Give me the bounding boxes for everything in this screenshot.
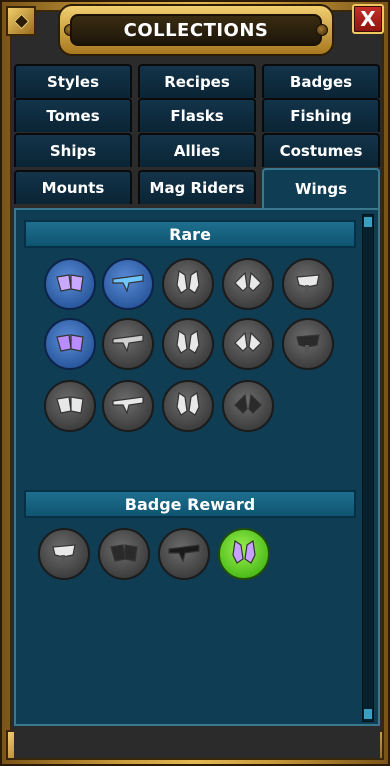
pickaxe-wings-icon <box>165 533 203 575</box>
scroll-down-cap[interactable] <box>364 709 372 719</box>
tab-badges[interactable]: Badges <box>262 64 380 98</box>
banner-wings-icon <box>229 323 267 365</box>
section-header-rare: Rare <box>24 220 356 248</box>
bottom-bar <box>14 728 380 758</box>
tab-tomes[interactable]: Tomes <box>14 98 132 132</box>
tab-mounts[interactable]: Mounts <box>14 170 132 204</box>
wing-slot[interactable] <box>44 380 96 432</box>
rivet-icon <box>316 24 328 36</box>
wings-panel: Rare Badge Reward <box>14 208 380 726</box>
gem-wings-icon <box>225 533 263 575</box>
wing-slot[interactable] <box>282 318 334 370</box>
collections-window-frame: COLLECTIONS X Styles Recipes Badges Tome… <box>0 0 390 766</box>
close-button[interactable]: X <box>352 4 384 34</box>
tab-mag-riders[interactable]: Mag Riders <box>138 170 256 204</box>
corner-ornament-top-left <box>6 6 36 36</box>
tab-costumes[interactable]: Costumes <box>262 133 380 167</box>
feather-wings-icon <box>289 263 327 305</box>
drone-wings-icon <box>289 323 327 365</box>
tab-recipes[interactable]: Recipes <box>138 64 256 98</box>
wing-slot[interactable] <box>44 258 96 310</box>
wing-slot[interactable] <box>222 380 274 432</box>
wing-slot[interactable] <box>102 380 154 432</box>
gear-wings-icon <box>229 385 267 427</box>
title-plate: COLLECTIONS <box>58 4 334 56</box>
mech-wings-icon <box>169 263 207 305</box>
rotor-wings-icon <box>105 533 143 575</box>
wing-slot[interactable] <box>102 318 154 370</box>
diamond-icon <box>13 13 30 30</box>
jet-wings-icon <box>109 263 147 305</box>
fairy-wings-icon <box>51 323 89 365</box>
section-header-badge-reward: Badge Reward <box>24 490 356 518</box>
tab-styles[interactable]: Styles <box>14 64 132 98</box>
window-title: COLLECTIONS <box>70 14 322 46</box>
wing-slot[interactable] <box>162 380 214 432</box>
wing-slot[interactable] <box>162 258 214 310</box>
scroll-up-cap[interactable] <box>364 217 372 227</box>
demon-wings-icon <box>229 263 267 305</box>
glider-wings-icon <box>45 533 83 575</box>
wing-slot[interactable] <box>38 528 90 580</box>
tab-flasks[interactable]: Flasks <box>138 98 256 132</box>
crystal-wings-icon <box>51 263 89 305</box>
wing-slot[interactable] <box>222 258 274 310</box>
cannon-wings-icon <box>169 323 207 365</box>
spiky-wings-icon <box>109 385 147 427</box>
bat-wings-icon <box>109 323 147 365</box>
wing-slot[interactable] <box>162 318 214 370</box>
tab-ships[interactable]: Ships <box>14 133 132 167</box>
wing-slot[interactable] <box>282 258 334 310</box>
wing-slot[interactable] <box>102 258 154 310</box>
cloud-wings-icon <box>51 385 89 427</box>
tab-wings[interactable]: Wings <box>262 168 380 208</box>
wing-slot[interactable] <box>218 528 270 580</box>
angel-wings-icon <box>169 385 207 427</box>
tab-fishing[interactable]: Fishing <box>262 98 380 132</box>
wing-slot[interactable] <box>98 528 150 580</box>
wing-slot[interactable] <box>222 318 274 370</box>
panel-scrollbar[interactable] <box>362 214 374 722</box>
wing-slot[interactable] <box>158 528 210 580</box>
wing-slot[interactable] <box>44 318 96 370</box>
tab-allies[interactable]: Allies <box>138 133 256 167</box>
